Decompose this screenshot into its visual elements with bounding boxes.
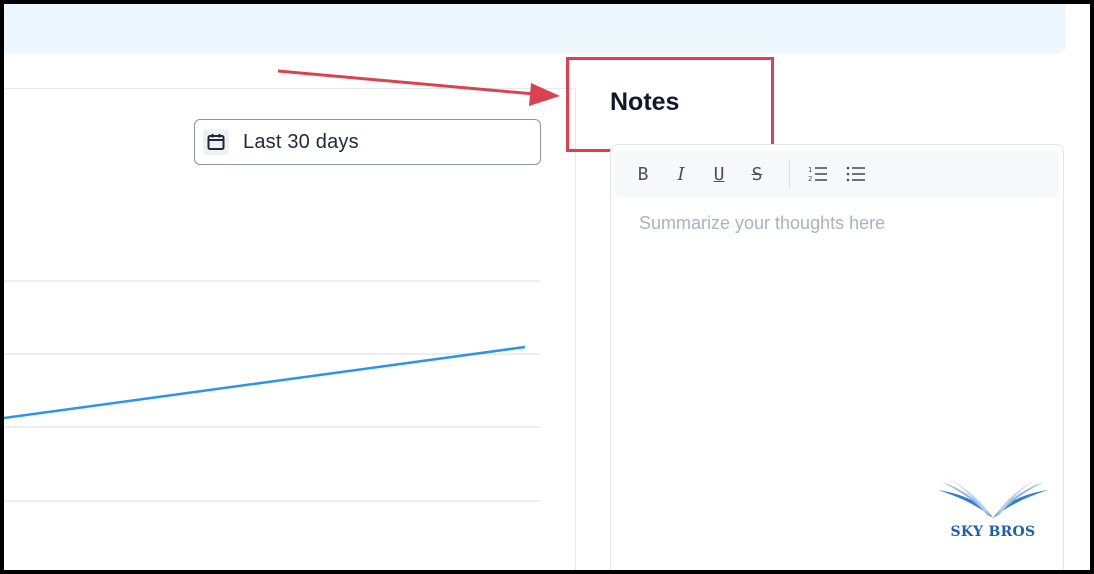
ordered-list-button[interactable]: 1 2: [804, 159, 832, 189]
bullet-list-button[interactable]: [842, 159, 870, 189]
annotation-highlight-box: [566, 57, 774, 152]
svg-text:2: 2: [808, 175, 812, 183]
underline-icon: U: [713, 163, 725, 185]
ordered-list-icon: 1 2: [808, 166, 827, 183]
logo-text: SKY BROS: [950, 524, 1036, 540]
italic-icon: I: [677, 163, 685, 185]
date-range-picker[interactable]: Last 30 days: [194, 119, 541, 165]
info-banner: [4, 4, 1066, 53]
strikethrough-icon: S: [751, 163, 763, 185]
bold-button[interactable]: B: [629, 159, 657, 189]
editor-toolbar: B I U S 1 2: [615, 151, 1059, 197]
toolbar-separator: [789, 159, 790, 189]
bold-icon: B: [637, 163, 649, 185]
wings-icon: [938, 478, 1048, 518]
italic-button[interactable]: I: [667, 159, 695, 189]
calendar-icon: [203, 129, 229, 155]
svg-text:1: 1: [808, 166, 812, 174]
date-range-label: Last 30 days: [243, 130, 359, 153]
app-window: Last 30 days Notes B I U S 1 2 Summarize…: [4, 4, 1090, 570]
bullet-list-icon: [846, 166, 865, 182]
sky-bros-logo: SKY BROS: [934, 476, 1052, 548]
notes-placeholder[interactable]: Summarize your thoughts here: [639, 213, 885, 234]
strikethrough-button[interactable]: S: [743, 159, 771, 189]
panel-divider-vertical: [575, 88, 576, 570]
trend-chart: [4, 280, 540, 502]
panel-divider-horizontal: [4, 88, 575, 89]
trend-line: [4, 345, 526, 420]
underline-button[interactable]: U: [705, 159, 733, 189]
